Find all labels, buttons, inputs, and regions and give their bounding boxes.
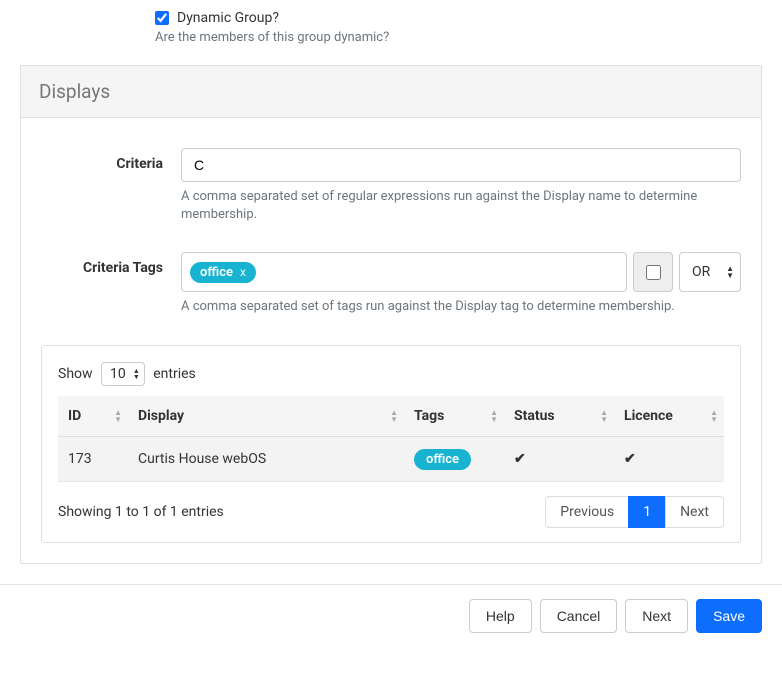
criteria-tags-label: Criteria Tags bbox=[41, 252, 181, 316]
select-arrows-icon: ▲▼ bbox=[133, 368, 140, 380]
criteria-help: A comma separated set of regular express… bbox=[181, 188, 741, 224]
dynamic-group-checkbox[interactable] bbox=[155, 11, 169, 25]
displays-table: ID▲▼ Display▲▼ Tags▲▼ Status▲▼ Licence▲▼… bbox=[58, 396, 724, 482]
sort-icon: ▲▼ bbox=[600, 409, 608, 423]
save-button[interactable]: Save bbox=[696, 599, 762, 633]
show-entries-prefix: Show bbox=[58, 366, 93, 382]
sort-icon: ▲▼ bbox=[114, 409, 122, 423]
dialog-footer: Help Cancel Next Save bbox=[0, 584, 782, 647]
column-header-status[interactable]: Status▲▼ bbox=[504, 396, 614, 437]
show-entries-suffix: entries bbox=[153, 366, 196, 382]
column-header-tags[interactable]: Tags▲▼ bbox=[404, 396, 504, 437]
sort-icon: ▲▼ bbox=[710, 409, 718, 423]
column-header-licence[interactable]: Licence▲▼ bbox=[614, 396, 724, 437]
remove-tag-icon[interactable]: x bbox=[240, 265, 246, 279]
check-icon: ✔ bbox=[514, 451, 526, 467]
table-row[interactable]: 173 Curtis House webOS office ✔ ✔ bbox=[58, 436, 724, 481]
cell-id: 173 bbox=[58, 436, 128, 481]
cell-status: ✔ bbox=[504, 436, 614, 481]
pagination-next-button[interactable]: Next bbox=[665, 496, 724, 528]
tag-chip: office x bbox=[190, 262, 256, 283]
cell-display: Curtis House webOS bbox=[128, 436, 404, 481]
criteria-tags-help: A comma separated set of tags run agains… bbox=[181, 298, 741, 316]
tags-operator-value: OR bbox=[692, 264, 710, 280]
help-button[interactable]: Help bbox=[469, 599, 532, 633]
panel-title: Displays bbox=[21, 66, 761, 118]
criteria-label: Criteria bbox=[41, 148, 181, 224]
cell-tags: office bbox=[404, 436, 504, 481]
dynamic-group-label: Dynamic Group? bbox=[177, 10, 279, 26]
page-size-value: 10 bbox=[110, 366, 126, 382]
dynamic-group-help: Are the members of this group dynamic? bbox=[155, 30, 762, 45]
cancel-button[interactable]: Cancel bbox=[540, 599, 618, 633]
criteria-input[interactable] bbox=[181, 148, 741, 182]
pagination: Previous 1 Next bbox=[546, 496, 724, 528]
sort-icon: ▲▼ bbox=[490, 409, 498, 423]
exact-match-checkbox[interactable] bbox=[646, 265, 661, 280]
displays-panel: Displays Criteria A comma separated set … bbox=[20, 65, 762, 564]
next-button[interactable]: Next bbox=[625, 599, 688, 633]
pagination-previous-button[interactable]: Previous bbox=[545, 496, 629, 528]
exact-match-toggle[interactable] bbox=[633, 252, 673, 292]
tag-chip-label: office bbox=[200, 265, 233, 280]
criteria-tags-input[interactable]: office x bbox=[181, 252, 627, 292]
column-header-display[interactable]: Display▲▼ bbox=[128, 396, 404, 437]
tag-badge: office bbox=[414, 449, 471, 470]
page-size-select[interactable]: 10 ▲▼ bbox=[101, 362, 145, 386]
tags-operator-select[interactable]: OR ▲▼ bbox=[679, 252, 741, 292]
check-icon: ✔ bbox=[624, 451, 636, 467]
displays-table-panel: Show 10 ▲▼ entries ID▲▼ Display▲▼ Tags▲▼… bbox=[41, 345, 741, 543]
table-info: Showing 1 to 1 of 1 entries bbox=[58, 504, 224, 520]
select-arrows-icon: ▲▼ bbox=[726, 265, 734, 279]
sort-icon: ▲▼ bbox=[390, 409, 398, 423]
cell-licence: ✔ bbox=[614, 436, 724, 481]
column-header-id[interactable]: ID▲▼ bbox=[58, 396, 128, 437]
pagination-page-button[interactable]: 1 bbox=[628, 496, 666, 528]
